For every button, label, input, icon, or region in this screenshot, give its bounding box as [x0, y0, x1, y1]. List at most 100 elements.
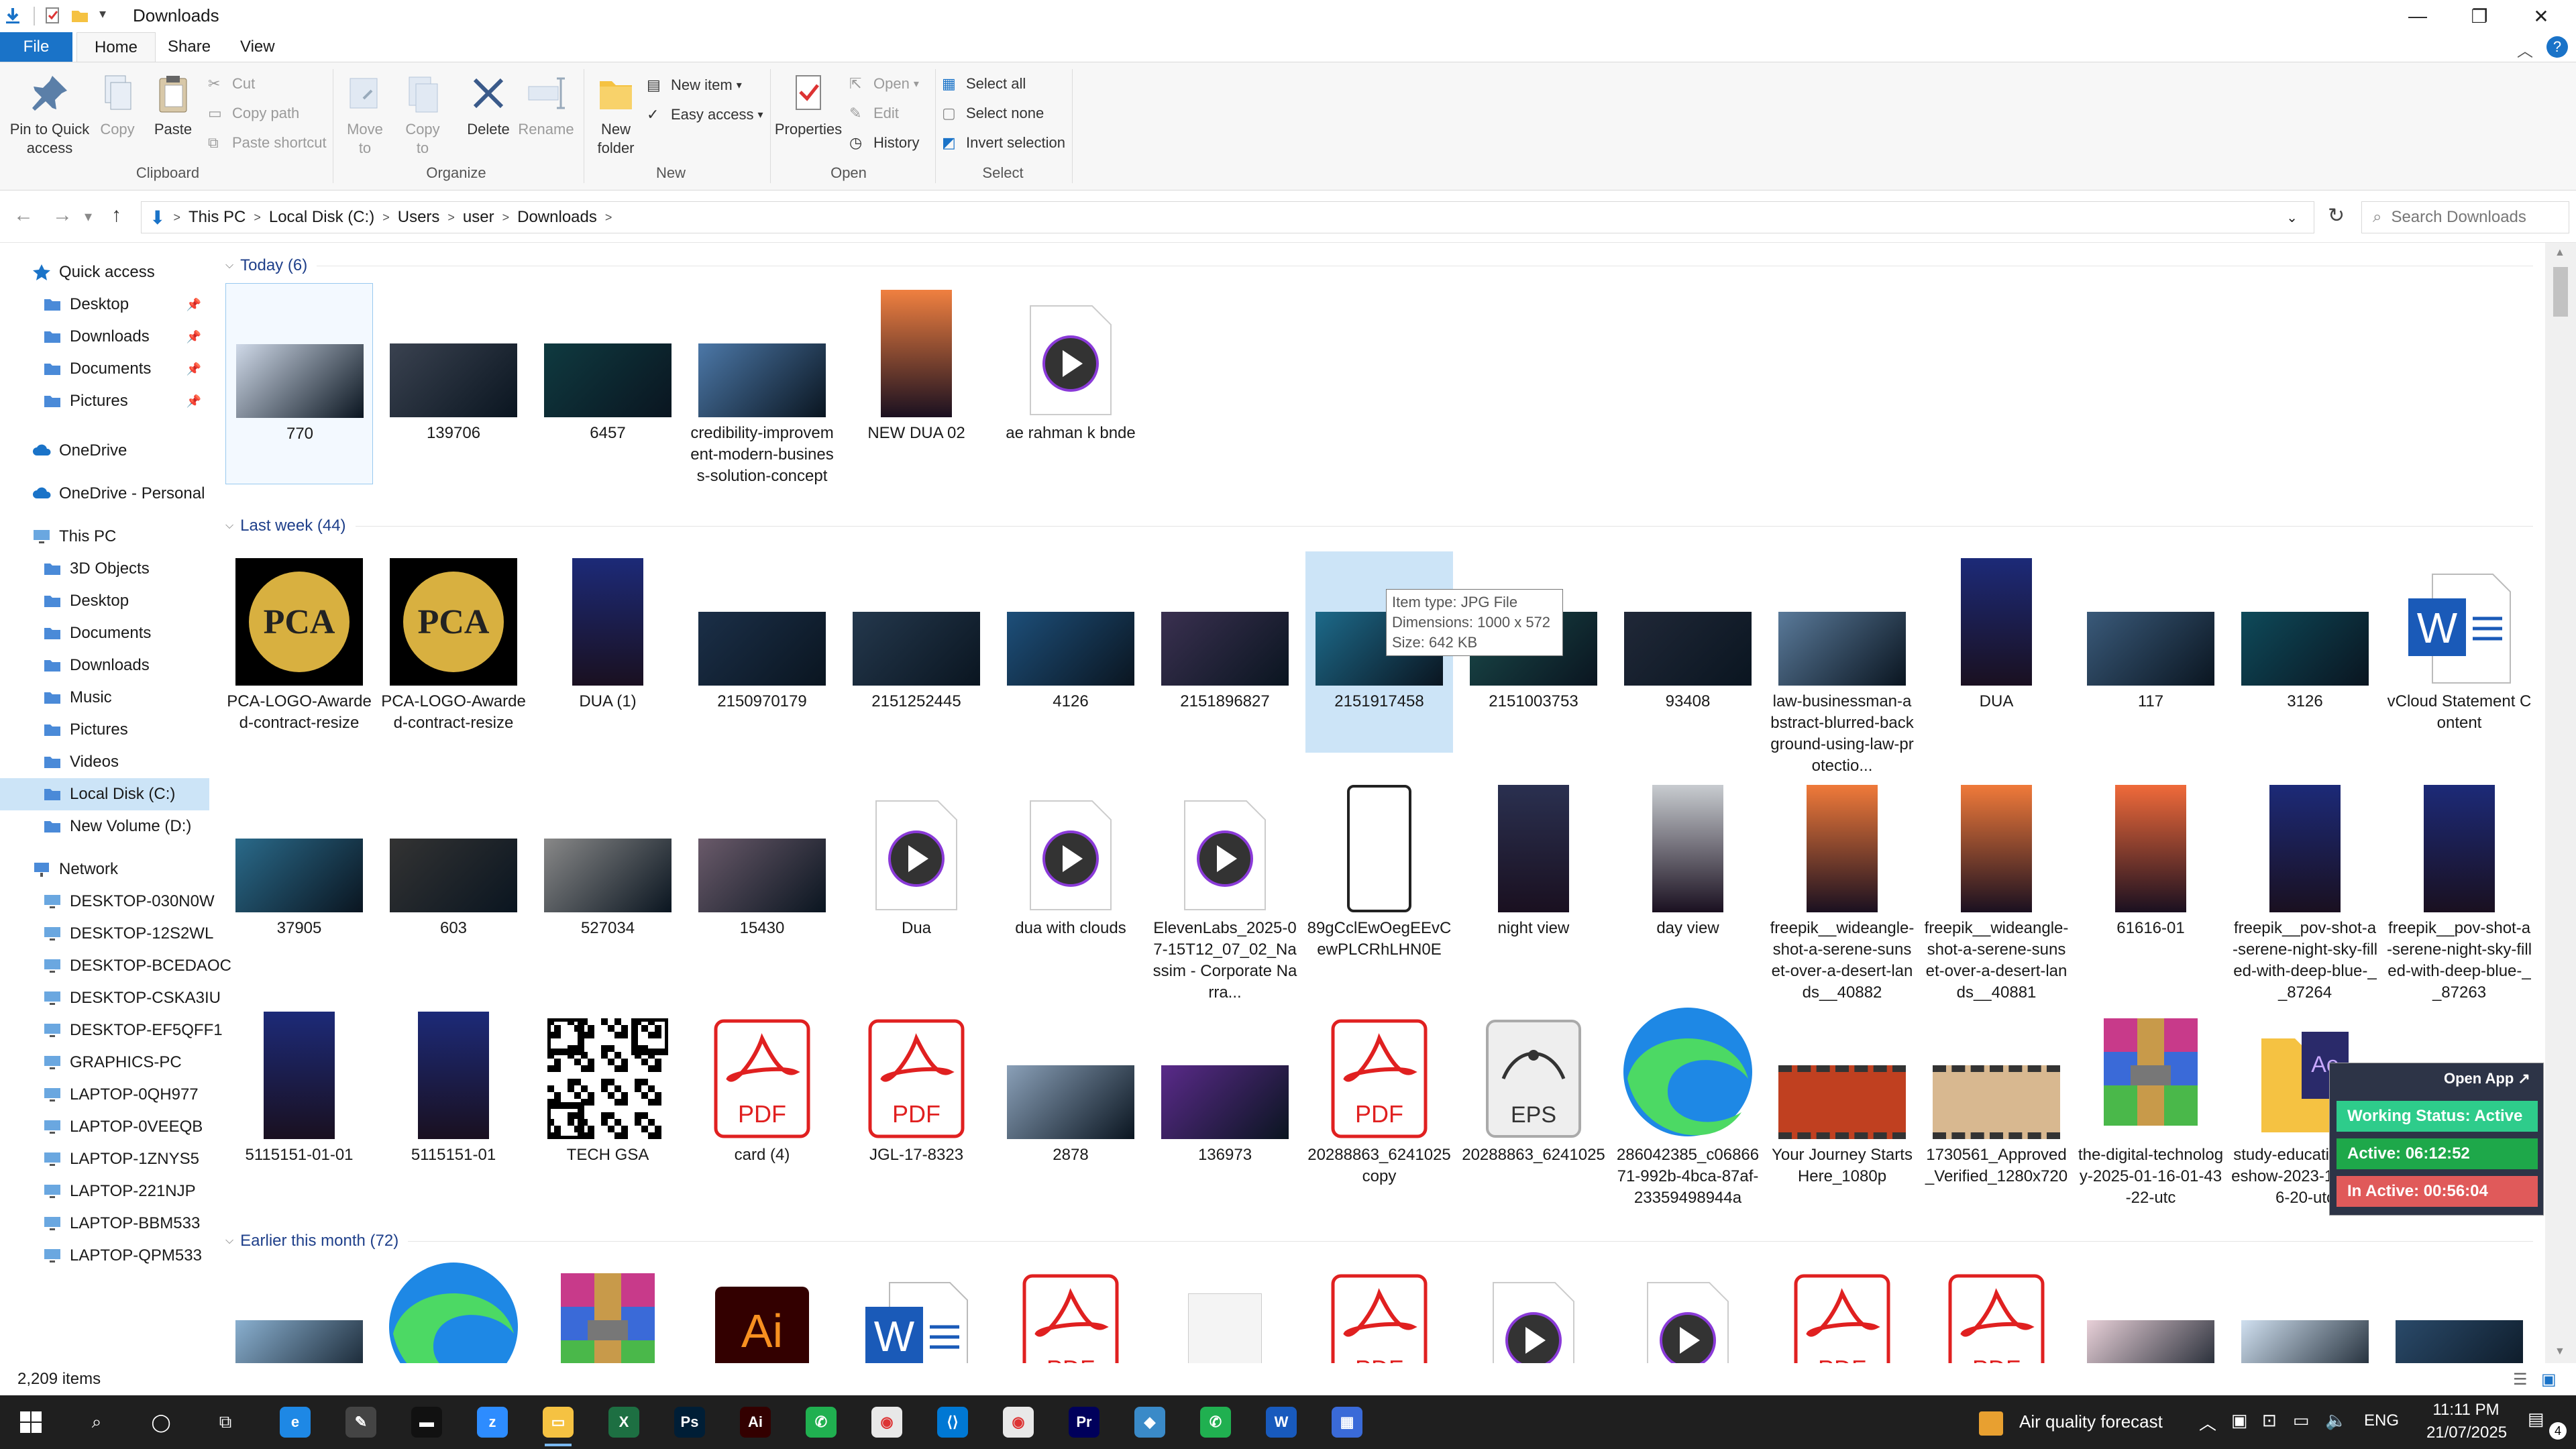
new-item-button[interactable]: ▤ New item ▾ — [647, 72, 742, 99]
recent-locations-icon[interactable]: ▾ — [85, 208, 92, 225]
copy-button[interactable]: Copy — [94, 72, 141, 139]
file-item[interactable]: 2860423­85_c0686671-992b-4bca-87af-23359… — [1614, 1005, 1762, 1207]
file-item[interactable]: WvCloud Statement Content — [2385, 551, 2533, 753]
select-all-button[interactable]: ▦ Select all — [942, 70, 1026, 97]
phone-taskbar-icon[interactable]: ✆ — [802, 1403, 840, 1441]
file-item[interactable]: Dua — [843, 778, 990, 979]
search-taskbar-icon[interactable]: ⌕ — [78, 1403, 115, 1441]
file-item[interactable]: day view — [1614, 778, 1762, 979]
task-view-icon[interactable]: ⧉ — [207, 1403, 244, 1441]
file-item[interactable] — [534, 1264, 682, 1363]
open-app-button[interactable]: Open App ↗ — [2444, 1070, 2530, 1087]
nav-pc-item[interactable]: Desktop — [0, 585, 209, 617]
nav-quick-documents[interactable]: Documents 📌 — [0, 353, 209, 385]
file-item[interactable] — [1151, 1264, 1299, 1363]
nav-quick-access[interactable]: Quick access — [0, 256, 209, 288]
easy-access-button[interactable]: ✓ Easy access ▾ — [647, 101, 763, 128]
terminal-taskbar-icon[interactable]: ▬ — [408, 1403, 445, 1441]
address-bar[interactable]: ⬇ > This PC > Local Disk (C:) > Users > … — [141, 201, 2314, 233]
group-header-earlier[interactable]: ⌵ Earlier this month (72) — [225, 1232, 2533, 1250]
file-item[interactable] — [380, 1263, 527, 1363]
help-icon[interactable]: ? — [2546, 36, 2568, 58]
nav-pc-item[interactable]: Videos — [0, 746, 209, 778]
large-icons-view-icon[interactable]: ▣ — [2541, 1370, 2557, 1389]
file-item[interactable]: Your Journey Starts Here_1080p — [1768, 1005, 1916, 1206]
nav-pc-item[interactable]: 3D Objects — [0, 553, 209, 585]
up-arrow-icon[interactable]: ↑ — [111, 204, 121, 227]
nav-network-computer[interactable]: GRAPHICS-PC — [0, 1046, 209, 1079]
file-item[interactable] — [1460, 1264, 1607, 1363]
breadcrumb-downloads[interactable]: Downloads — [517, 208, 597, 227]
pin-to-quick-access-button[interactable]: Pin to Quick access — [7, 72, 93, 158]
open-button[interactable]: ⇱ Open ▾ — [849, 70, 919, 97]
nav-network-computer[interactable]: DESKTOP-12S2WL — [0, 918, 213, 950]
group-header-today[interactable]: ⌵ Today (6) — [225, 256, 2533, 275]
file-item[interactable]: 37905 — [225, 778, 373, 979]
file-item[interactable]: 527034 — [534, 778, 682, 979]
file-item[interactable]: PDF JGL-17-8323 — [843, 1005, 990, 1206]
tab-file[interactable]: File — [0, 32, 72, 62]
file-item[interactable]: dua with clouds — [997, 778, 1144, 979]
chrome-profile-taskbar-icon[interactable]: ◉ — [1000, 1403, 1037, 1441]
file-item[interactable]: 89gCclEwOegEEvCewPLCRhLHN0E — [1305, 778, 1453, 979]
scroll-up-icon[interactable]: ▲ — [2555, 247, 2565, 259]
tray-overflow-icon[interactable]: ︿ — [2199, 1410, 2216, 1435]
nav-network-computer[interactable]: LAPTOP-221NJP — [0, 1175, 209, 1208]
nav-network-computer[interactable]: LAPTOP-QPM533 — [0, 1240, 209, 1272]
nav-pc-item[interactable]: Downloads — [0, 649, 209, 682]
chrome-taskbar-icon[interactable]: ◉ — [868, 1403, 906, 1441]
phone2-taskbar-icon[interactable]: ✆ — [1197, 1403, 1234, 1441]
calculator-taskbar-icon[interactable]: ▦ — [1328, 1403, 1366, 1441]
nav-this-pc[interactable]: This PC — [0, 521, 209, 553]
file-item[interactable]: freepik__pov-shot-a-serene-night-sky-fil… — [2385, 778, 2533, 1002]
breadcrumb-users[interactable]: Users — [398, 208, 440, 227]
file-item[interactable]: 770 — [225, 283, 373, 484]
file-item[interactable]: 2151896827 — [1151, 551, 1299, 753]
pin-icon[interactable]: 📌 — [186, 362, 201, 376]
file-item[interactable]: 3126 — [2231, 551, 2379, 753]
details-view-icon[interactable]: ☰ — [2513, 1370, 2528, 1389]
new-folder-button[interactable]: New folder — [588, 72, 644, 158]
nav-pc-item[interactable]: Documents — [0, 617, 209, 649]
file-item[interactable]: Ai — [688, 1264, 836, 1363]
weather-text[interactable]: Air quality forecast — [2019, 1411, 2163, 1432]
clock-date[interactable]: 21/07/2025 — [2418, 1424, 2516, 1442]
file-item[interactable]: PCA PCA-LOGO-Awarded-contract-resize — [225, 551, 373, 753]
nav-network-computer[interactable]: DESKTOP-BCEDAOC — [0, 950, 231, 982]
file-item[interactable]: freepik__wideangle-shot-a-serene-sunset-… — [1768, 778, 1916, 1002]
tray-app-icon[interactable]: ⊡ — [2262, 1410, 2277, 1431]
file-item[interactable]: night view — [1460, 778, 1607, 979]
file-item[interactable]: PDF — [997, 1264, 1144, 1363]
file-item[interactable]: 5115151-01 — [380, 1005, 527, 1206]
nav-network-computer[interactable]: LAPTOP-0QH977 — [0, 1079, 209, 1111]
file-item[interactable]: EPS 20288863_6241025 — [1460, 1005, 1607, 1206]
volume-icon[interactable]: 🔈 — [2325, 1410, 2347, 1431]
nav-pc-item[interactable]: Local Disk (C:) — [0, 778, 209, 810]
delete-button[interactable]: Delete — [463, 72, 514, 139]
file-item[interactable]: ElevenLabs_2025-07-15T12_07_02_Nassim - … — [1151, 778, 1299, 1002]
file-item[interactable]: NEW DUA 02 — [843, 283, 990, 484]
tray-camera-icon[interactable]: ▣ — [2231, 1410, 2248, 1431]
select-none-button[interactable]: ▢ Select none — [942, 100, 1044, 127]
file-item[interactable]: freepik__wideangle-shot-a-serene-sunset-… — [1923, 778, 2070, 1002]
properties-button[interactable]: Properties — [771, 72, 845, 139]
clock-time[interactable]: 11:11 PM — [2426, 1401, 2506, 1419]
file-item[interactable]: law-businessman-abstract-blurred-backgro… — [1768, 551, 1916, 775]
paste-shortcut-button[interactable]: ⧉ Paste shortcut — [208, 129, 327, 156]
invert-selection-button[interactable]: ◩ Invert selection — [942, 129, 1065, 156]
premiere-taskbar-icon[interactable]: Pr — [1065, 1403, 1103, 1441]
tab-home[interactable]: Home — [76, 32, 156, 62]
pen-taskbar-icon[interactable]: ✎ — [342, 1403, 380, 1441]
nav-pc-item[interactable]: New Volume (D:) — [0, 810, 209, 843]
file-item[interactable]: the-digital-technology-2025-01-16-01-43-… — [2077, 1005, 2224, 1207]
nav-quick-downloads[interactable]: Downloads 📌 — [0, 321, 209, 353]
nav-network-computer[interactable]: LAPTOP-1ZNYS5 — [0, 1143, 209, 1175]
nav-pc-item[interactable]: Music — [0, 682, 209, 714]
file-item[interactable]: freepik__pov-shot-a-serene-night-sky-fil… — [2231, 778, 2379, 1002]
cut-button[interactable]: ✂ Cut — [208, 70, 255, 97]
vscode-taskbar-icon[interactable]: ⟨⟩ — [934, 1403, 971, 1441]
group-header-last-week[interactable]: ⌵ Last week (44) — [225, 517, 2533, 535]
edit-button[interactable]: ✎ Edit — [849, 100, 899, 127]
file-item[interactable]: 117 — [2077, 551, 2224, 753]
history-button[interactable]: ◷ History — [849, 129, 919, 156]
